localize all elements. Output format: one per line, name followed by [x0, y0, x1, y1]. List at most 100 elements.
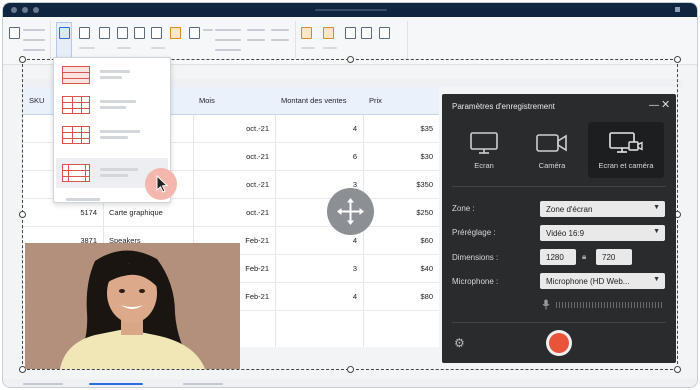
layers-icon[interactable] [99, 27, 110, 39]
window-controls[interactable] [11, 7, 39, 13]
column-header-amount[interactable]: Montant des ventes [275, 87, 363, 115]
table-style-option[interactable] [56, 120, 168, 150]
cell-price[interactable]: $40 [363, 255, 439, 283]
window-menu-icon[interactable] [675, 7, 680, 12]
cell-price[interactable]: $35 [363, 115, 439, 143]
height-input[interactable]: 720 [596, 249, 632, 265]
cell-amount[interactable]: 6 [275, 143, 363, 171]
gear-icon[interactable]: ⚙ [454, 336, 465, 350]
style-icon[interactable] [9, 27, 20, 39]
ribbon-input[interactable] [215, 29, 241, 31]
cell-amount[interactable]: 4 [275, 115, 363, 143]
microphone-label: Microphone : [452, 277, 499, 286]
cell-month[interactable]: oct.-21 [193, 171, 275, 199]
group-icon[interactable] [361, 27, 372, 39]
monitor-icon [470, 132, 498, 154]
shape-icon[interactable] [170, 27, 181, 39]
chevron-down-icon: ▼ [653, 204, 660, 211]
ribbon-label [301, 47, 315, 49]
mode-screen-button[interactable]: Ecran [446, 122, 522, 178]
cell-price[interactable]: $60 [363, 227, 439, 255]
ribbon-divider [50, 21, 51, 59]
mode-camera-label: Caméra [538, 161, 566, 170]
ribbon-label [23, 49, 45, 51]
ribbon-divider [407, 21, 408, 59]
column-header-month[interactable]: Mois [193, 87, 275, 115]
minimize-dot[interactable] [22, 7, 28, 13]
camera-icon [536, 134, 567, 152]
resize-handle-left[interactable] [19, 211, 26, 218]
resize-handle-top-right[interactable] [674, 56, 681, 63]
ribbon-input[interactable] [215, 49, 241, 51]
table-style-thumbnail [62, 164, 90, 182]
mode-camera-button[interactable]: Caméra [514, 122, 590, 178]
mode-screen-camera-button[interactable]: Ecran et caméra [588, 122, 664, 178]
resize-handle-bottom[interactable] [347, 366, 354, 373]
zone-select[interactable]: Zone d'écran ▼ [540, 201, 665, 217]
align-icon[interactable] [117, 27, 128, 39]
table-layout-icon[interactable] [59, 27, 70, 39]
cell-amount[interactable]: 4 [275, 283, 363, 311]
picture-icon[interactable] [151, 27, 162, 39]
option-label [100, 70, 130, 73]
microphone-icon [542, 299, 550, 312]
move-icon [337, 198, 364, 225]
table-style-option[interactable] [56, 90, 168, 120]
resize-handle-bottom-right[interactable] [674, 366, 681, 373]
cell-price[interactable]: $30 [363, 143, 439, 171]
format-icon[interactable] [189, 27, 200, 39]
select-icon[interactable] [345, 27, 356, 39]
ribbon-label [203, 29, 213, 31]
cell-product[interactable]: Carte graphique [103, 199, 193, 227]
table-style-option[interactable] [56, 60, 168, 90]
resize-handle-top-left[interactable] [19, 56, 26, 63]
panel-divider [452, 322, 666, 323]
cell-amount[interactable]: 3 [275, 255, 363, 283]
webcam-preview[interactable] [25, 243, 240, 369]
cell-price[interactable]: $250 [363, 199, 439, 227]
ribbon-checkbox[interactable] [271, 29, 289, 31]
copy-icon[interactable] [79, 27, 90, 39]
cell-sku[interactable]: 5174 [23, 199, 103, 227]
cell-month[interactable]: oct.-21 [193, 143, 275, 171]
sheet-tab-active[interactable] [89, 383, 143, 385]
ribbon-input[interactable] [215, 39, 241, 41]
minimize-icon[interactable]: — [649, 100, 659, 111]
record-button[interactable] [546, 330, 572, 356]
sheet-tab[interactable] [183, 383, 223, 385]
rotate-icon[interactable] [379, 27, 390, 39]
column-header-price[interactable]: Prix [363, 87, 439, 115]
sheet-tab[interactable] [23, 383, 63, 385]
record-icon [549, 333, 569, 353]
width-input[interactable]: 1280 [540, 249, 576, 265]
zoom-dot[interactable] [33, 7, 39, 13]
move-frame-button[interactable] [327, 188, 374, 235]
ribbon-checkbox[interactable] [247, 29, 265, 31]
cell-month[interactable]: oct.-21 [193, 199, 275, 227]
ribbon-checkbox[interactable] [271, 39, 289, 41]
preset-select[interactable]: Vidéo 16:9 ▼ [540, 225, 665, 241]
send-backward-icon[interactable] [323, 27, 334, 39]
ribbon-checkbox[interactable] [247, 39, 265, 41]
chevron-down-icon: ▼ [653, 276, 660, 283]
ribbon-label [323, 47, 337, 49]
mode-screen-label: Ecran [474, 161, 494, 170]
ribbon-label [23, 29, 45, 31]
resize-handle-top[interactable] [347, 56, 354, 63]
distribute-icon[interactable] [134, 27, 145, 39]
title-bar [3, 3, 697, 17]
microphone-select[interactable]: Microphone (HD Web... ▼ [540, 273, 665, 289]
cell-price[interactable]: $350 [363, 171, 439, 199]
cell-price[interactable]: $80 [363, 283, 439, 311]
cell-month[interactable]: oct.-21 [193, 115, 275, 143]
option-label [100, 76, 122, 79]
table-style-thumbnail [62, 66, 90, 84]
close-dot[interactable] [11, 7, 17, 13]
bring-forward-icon[interactable] [301, 27, 312, 39]
table-style-thumbnail [62, 96, 90, 114]
ribbon-label [23, 39, 45, 41]
close-icon[interactable]: ✕ [661, 98, 670, 111]
panel-title: Paramètres d'enregistrement [452, 102, 555, 111]
lock-icon[interactable]: 🔒︎ [582, 252, 586, 262]
preset-label: Préréglage : [452, 228, 496, 237]
